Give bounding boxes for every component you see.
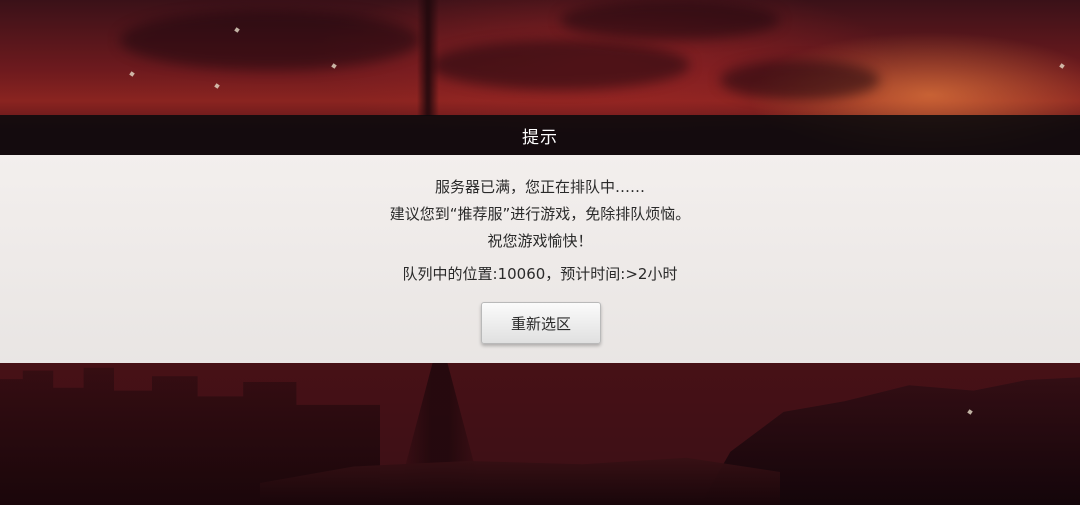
background-fleck — [1059, 63, 1065, 69]
background-fleck — [129, 71, 135, 77]
dialog-header: 提示 — [0, 115, 1080, 155]
greeting-message: 祝您游戏愉快！ — [487, 232, 593, 250]
game-background: 提示 服务器已满，您正在排队中…… 建议您到“推荐服”进行游戏，免除排队烦恼。 … — [0, 0, 1080, 505]
background-cloud — [560, 0, 780, 40]
reselect-server-button-label: 重新选区 — [510, 314, 571, 333]
server-full-message: 服务器已满，您正在排队中…… — [434, 178, 645, 196]
background-fleck — [214, 83, 220, 89]
queue-status: 队列中的位置:10060，预计时间:>2小时 — [402, 265, 678, 283]
dialog-title: 提示 — [522, 127, 558, 148]
recommend-server-message: 建议您到“推荐服”进行游戏，免除排队烦恼。 — [389, 205, 691, 223]
background-tower — [417, 0, 439, 116]
background-cloud — [120, 10, 420, 70]
background-cloud — [720, 60, 880, 100]
background-cloud — [430, 40, 690, 90]
reselect-server-button[interactable]: 重新选区 — [481, 302, 601, 344]
background-fleck — [331, 63, 337, 69]
dialog-body: 服务器已满，您正在排队中…… 建议您到“推荐服”进行游戏，免除排队烦恼。 祝您游… — [0, 155, 1080, 363]
